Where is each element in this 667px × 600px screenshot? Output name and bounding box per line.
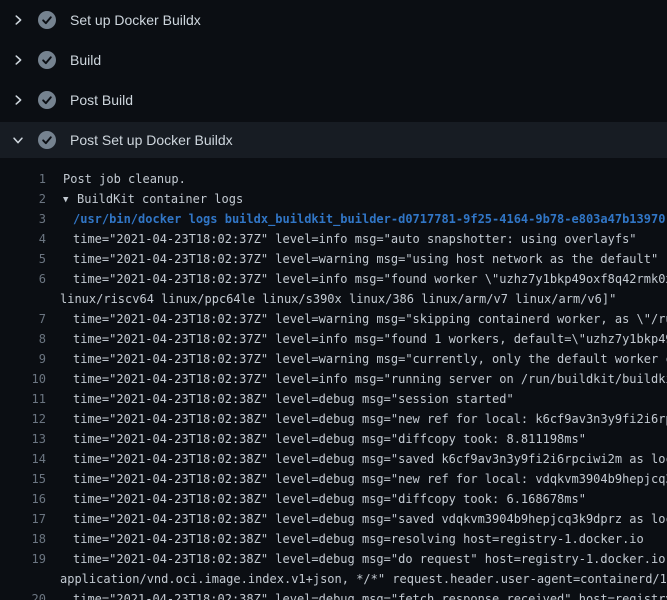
group-title[interactable]: BuildKit container logs: [77, 192, 243, 206]
line-number[interactable]: 8: [0, 332, 46, 346]
line-number[interactable]: 9: [0, 352, 46, 366]
check-circle-icon: [38, 51, 56, 69]
log-row: 13 time="2021-04-23T18:02:38Z" level=deb…: [0, 429, 667, 449]
steps-list: Set up Docker Buildx Build: [0, 0, 667, 158]
line-number[interactable]: 13: [0, 432, 46, 446]
log-text: time="2021-04-23T18:02:37Z" level=warnin…: [46, 352, 667, 366]
log-row: 12 time="2021-04-23T18:02:38Z" level=deb…: [0, 409, 667, 429]
log-row: 1 Post job cleanup.: [0, 169, 667, 189]
log-text: time="2021-04-23T18:02:37Z" level=info m…: [46, 232, 637, 246]
log-text: time="2021-04-23T18:02:37Z" level=info m…: [46, 372, 667, 386]
step-label: Post Set up Docker Buildx: [70, 132, 233, 148]
line-number[interactable]: 14: [0, 452, 46, 466]
line-number[interactable]: 19: [0, 552, 46, 566]
log-text: time="2021-04-23T18:02:38Z" level=debug …: [46, 552, 667, 566]
log-text: ▼BuildKit container logs: [46, 192, 243, 206]
log-text: time="2021-04-23T18:02:37Z" level=info m…: [46, 332, 667, 346]
line-number[interactable]: 17: [0, 512, 46, 526]
chevron-right-icon[interactable]: [10, 92, 26, 108]
group-caret-icon[interactable]: ▼: [63, 195, 77, 205]
log-row: 4 time="2021-04-23T18:02:37Z" level=info…: [0, 229, 667, 249]
line-number[interactable]: 20: [0, 592, 46, 600]
log-row: 11 time="2021-04-23T18:02:38Z" level=deb…: [0, 389, 667, 409]
log-row: 19 time="2021-04-23T18:02:38Z" level=deb…: [0, 549, 667, 569]
log-row: 10 time="2021-04-23T18:02:37Z" level=inf…: [0, 369, 667, 389]
log-text: time="2021-04-23T18:02:38Z" level=debug …: [46, 492, 586, 506]
log-row: 20 time="2021-04-23T18:02:38Z" level=deb…: [0, 589, 667, 600]
log-row: 18 time="2021-04-23T18:02:38Z" level=deb…: [0, 529, 667, 549]
line-number[interactable]: 10: [0, 372, 46, 386]
line-number[interactable]: 2: [0, 192, 46, 206]
step-row-build[interactable]: Build: [0, 40, 667, 80]
line-number[interactable]: 15: [0, 472, 46, 486]
log-row: 9 time="2021-04-23T18:02:37Z" level=warn…: [0, 349, 667, 369]
step-row-set-up-docker-buildx[interactable]: Set up Docker Buildx: [0, 0, 667, 40]
step-label: Build: [70, 52, 101, 68]
log-row: 2 ▼BuildKit container logs: [0, 189, 667, 209]
line-number[interactable]: 1: [0, 172, 46, 186]
line-number[interactable]: 18: [0, 532, 46, 546]
log-text: time="2021-04-23T18:02:38Z" level=debug …: [46, 592, 667, 600]
log-row: 16 time="2021-04-23T18:02:38Z" level=deb…: [0, 489, 667, 509]
log-row: 7 time="2021-04-23T18:02:37Z" level=warn…: [0, 309, 667, 329]
log-row: 6 time="2021-04-23T18:02:37Z" level=info…: [0, 269, 667, 289]
line-number[interactable]: 4: [0, 232, 46, 246]
line-number[interactable]: 7: [0, 312, 46, 326]
log-row: 5 time="2021-04-23T18:02:37Z" level=warn…: [0, 249, 667, 269]
actions-log-viewer: Set up Docker Buildx Build: [0, 0, 667, 600]
log-row: 14 time="2021-04-23T18:02:38Z" level=deb…: [0, 449, 667, 469]
log-text: time="2021-04-23T18:02:38Z" level=debug …: [46, 432, 586, 446]
step-row-post-set-up-docker-buildx[interactable]: Post Set up Docker Buildx: [0, 122, 667, 158]
log-text: time="2021-04-23T18:02:38Z" level=debug …: [46, 512, 667, 526]
log-text: time="2021-04-23T18:02:37Z" level=info m…: [46, 272, 667, 286]
line-number[interactable]: 16: [0, 492, 46, 506]
log-row: 8 time="2021-04-23T18:02:37Z" level=info…: [0, 329, 667, 349]
log-text: time="2021-04-23T18:02:37Z" level=warnin…: [46, 252, 658, 266]
log-text: time="2021-04-23T18:02:38Z" level=debug …: [46, 472, 667, 486]
log-row: 3 /usr/bin/docker logs buildx_buildkit_b…: [0, 209, 667, 229]
step-row-post-build[interactable]: Post Build: [0, 80, 667, 120]
log-text: time="2021-04-23T18:02:38Z" level=debug …: [46, 532, 644, 546]
step-label: Post Build: [70, 92, 133, 108]
line-number[interactable]: 3: [0, 212, 46, 226]
chevron-down-icon[interactable]: [10, 132, 26, 148]
log-text: time="2021-04-23T18:02:38Z" level=debug …: [46, 392, 514, 406]
command-text: /usr/bin/docker logs buildx_buildkit_bui…: [46, 212, 665, 226]
log-row: application/vnd.oci.image.index.v1+json,…: [0, 569, 667, 589]
check-circle-icon: [38, 131, 56, 149]
line-number[interactable]: 12: [0, 412, 46, 426]
log-text: time="2021-04-23T18:02:37Z" level=warnin…: [46, 312, 667, 326]
line-number[interactable]: 5: [0, 252, 46, 266]
log-row: linux/riscv64 linux/ppc64le linux/s390x …: [0, 289, 667, 309]
log-row: 15 time="2021-04-23T18:02:38Z" level=deb…: [0, 469, 667, 489]
check-circle-icon: [38, 11, 56, 29]
check-circle-icon: [38, 91, 56, 109]
line-number[interactable]: 6: [0, 272, 46, 286]
log-text: linux/riscv64 linux/ppc64le linux/s390x …: [46, 292, 616, 306]
log-text: time="2021-04-23T18:02:38Z" level=debug …: [46, 452, 667, 466]
chevron-right-icon[interactable]: [10, 52, 26, 68]
line-number[interactable]: 11: [0, 392, 46, 406]
log-row: 17 time="2021-04-23T18:02:38Z" level=deb…: [0, 509, 667, 529]
log-output: 1 Post job cleanup. 2 ▼BuildKit containe…: [0, 160, 667, 600]
step-label: Set up Docker Buildx: [70, 12, 201, 28]
log-text: Post job cleanup.: [46, 172, 186, 186]
chevron-right-icon[interactable]: [10, 12, 26, 28]
log-text: time="2021-04-23T18:02:38Z" level=debug …: [46, 412, 667, 426]
log-text: application/vnd.oci.image.index.v1+json,…: [46, 572, 667, 586]
